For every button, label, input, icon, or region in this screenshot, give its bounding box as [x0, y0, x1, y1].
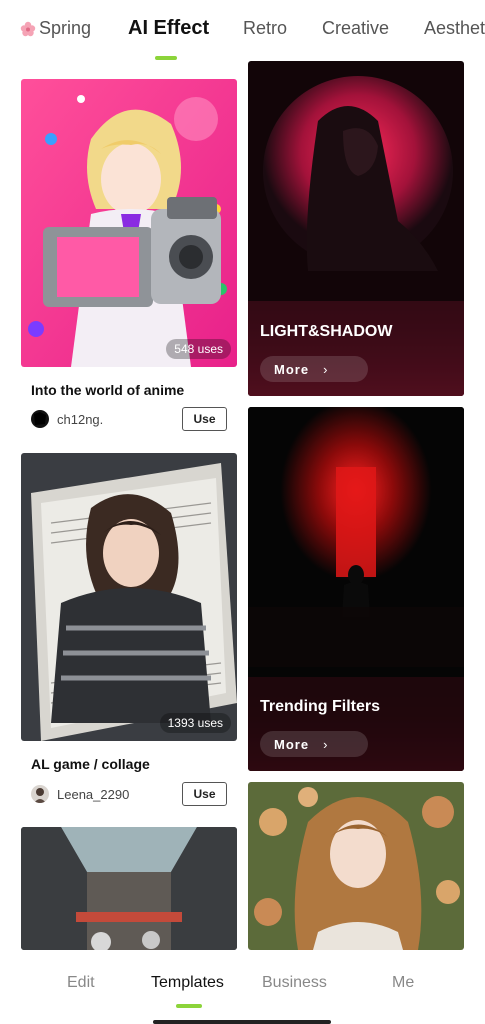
tab-label: Spring	[39, 18, 92, 38]
nav-item-me[interactable]: Me	[392, 974, 414, 992]
tab-creative[interactable]: Creative	[322, 18, 389, 39]
uses-count-badge: 1393 uses	[159, 713, 231, 733]
template-card-hallway[interactable]	[21, 827, 237, 950]
uses-count-badge: 548 uses	[166, 339, 231, 359]
feature-thumbnail	[248, 782, 464, 950]
more-button[interactable]: More ›	[260, 731, 368, 757]
template-thumbnail	[21, 827, 237, 950]
bottom-navigation: Edit Templates Business Me	[0, 950, 485, 1024]
nav-item-edit[interactable]: Edit	[67, 974, 95, 992]
nav-item-business[interactable]: Business	[262, 974, 327, 992]
feature-card-trending-filters[interactable]: Trending Filters More ›	[248, 407, 464, 771]
template-title: AL game / collage	[31, 756, 150, 772]
author-info[interactable]: ch12ng.	[31, 410, 103, 428]
tab-spring[interactable]: Spring	[20, 18, 91, 39]
chevron-right-icon: ›	[323, 736, 329, 752]
template-thumbnail	[21, 79, 237, 367]
author-info[interactable]: Leena_2290	[31, 785, 129, 803]
template-card-anime[interactable]: 548 uses	[21, 79, 237, 367]
flower-icon	[20, 21, 36, 37]
tab-retro[interactable]: Retro	[243, 18, 287, 39]
active-tab-indicator	[155, 56, 177, 60]
avatar	[31, 785, 49, 803]
feature-thumbnail	[248, 61, 464, 396]
tab-label: Retro	[243, 18, 288, 38]
more-button[interactable]: More ›	[260, 356, 368, 382]
use-template-button[interactable]: Use	[182, 407, 227, 431]
chevron-right-icon: ›	[323, 361, 329, 377]
use-template-button[interactable]: Use	[182, 782, 227, 806]
feature-title: Trending Filters	[260, 698, 381, 715]
tab-label: Aesthet	[424, 18, 485, 38]
author-name: Leena_2290	[57, 786, 130, 802]
nav-item-templates[interactable]: Templates	[151, 974, 224, 992]
tab-label: Creative	[322, 18, 390, 38]
template-thumbnail	[21, 453, 237, 741]
tab-aesthetic[interactable]: Aesthet	[424, 18, 485, 39]
author-name: ch12ng.	[57, 411, 104, 427]
avatar	[31, 410, 49, 428]
feature-card-light-shadow[interactable]: LIGHT&SHADOW More ›	[248, 61, 464, 396]
feature-title: LIGHT&SHADOW	[260, 323, 393, 340]
template-title: Into the world of anime	[31, 382, 185, 398]
active-nav-indicator	[176, 1004, 202, 1008]
feature-thumbnail	[248, 407, 464, 771]
template-card-collage[interactable]: 1393 uses	[21, 453, 237, 741]
tab-ai-effect[interactable]: AI Effect	[128, 17, 209, 40]
home-indicator[interactable]	[153, 1020, 331, 1024]
more-label: More	[274, 361, 310, 377]
tab-label: AI Effect	[128, 17, 210, 39]
category-tabs: Spring AI Effect Retro Creative Aesthet	[0, 0, 485, 62]
more-label: More	[274, 736, 310, 752]
feature-card-portrait[interactable]	[248, 782, 464, 950]
